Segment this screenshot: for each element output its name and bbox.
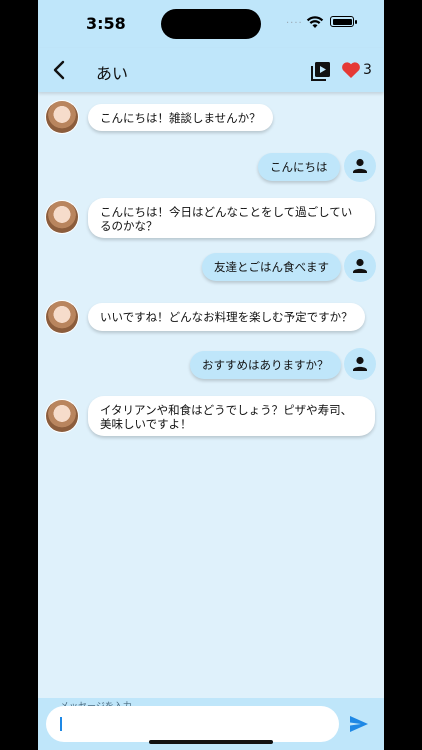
status-bar: 3:58 ···· (38, 0, 384, 48)
ai-avatar (46, 201, 78, 233)
person-icon (353, 356, 367, 371)
message-bubble-ai: こんにちは！雑談しませんか？ (88, 104, 273, 131)
message-input[interactable] (46, 706, 339, 742)
wifi-icon (306, 16, 324, 28)
page-title: あい (96, 64, 129, 83)
signal-icon: ···· (286, 18, 303, 29)
message-bubble-ai: いいですね！どんなお料理を楽しむ予定ですか？ (88, 303, 365, 331)
chat-header: あい 3 (38, 48, 384, 92)
message-row-user: 友達とごはん食べます (38, 250, 384, 284)
message-row-ai: いいですね！どんなお料理を楽しむ予定ですか？ (38, 300, 384, 334)
ai-avatar (46, 400, 78, 432)
text-caret (60, 717, 62, 731)
message-row-user: おすすめはありますか？ (38, 348, 384, 382)
message-bubble-ai: こんにちは！今日はどんなことをして過ごしているのかな？ (88, 198, 375, 238)
home-indicator (149, 740, 273, 744)
user-avatar (344, 250, 376, 282)
heart-count: 3 (363, 62, 372, 78)
send-icon[interactable] (348, 714, 370, 734)
person-icon (353, 158, 367, 173)
status-time: 3:58 (86, 14, 126, 33)
message-bubble-user: 友達とごはん食べます (202, 253, 341, 281)
user-avatar (344, 150, 376, 182)
message-bubble-ai: イタリアンや和食はどうでしょう？ピザや寿司、美味しいですよ！ (88, 396, 375, 436)
ai-avatar (46, 101, 78, 133)
message-row-ai: こんにちは！雑談しませんか？ (38, 100, 384, 134)
back-button[interactable] (48, 58, 72, 82)
heart-icon[interactable] (341, 61, 361, 79)
message-bubble-user: こんにちは (258, 153, 340, 181)
message-row-ai: こんにちは！今日はどんなことをして過ごしているのかな？ (38, 198, 384, 240)
person-icon (353, 258, 367, 273)
message-row-ai: イタリアンや和食はどうでしょう？ピザや寿司、美味しいですよ！ (38, 396, 384, 438)
battery-icon (330, 16, 357, 27)
message-bubble-user: おすすめはありますか？ (190, 351, 341, 379)
ai-avatar (46, 301, 78, 333)
message-row-user: こんにちは (38, 150, 384, 184)
message-list: こんにちは！雑談しませんか？ こんにちは こんにちは！今日はどんなことをして過ご… (38, 96, 384, 698)
user-avatar (344, 348, 376, 380)
dynamic-island (161, 9, 261, 39)
video-library-icon[interactable] (310, 60, 332, 82)
chat-screen: 3:58 ···· あい 3 こんにちは！雑談しませんか？ こんにちは こんにち… (38, 0, 384, 750)
